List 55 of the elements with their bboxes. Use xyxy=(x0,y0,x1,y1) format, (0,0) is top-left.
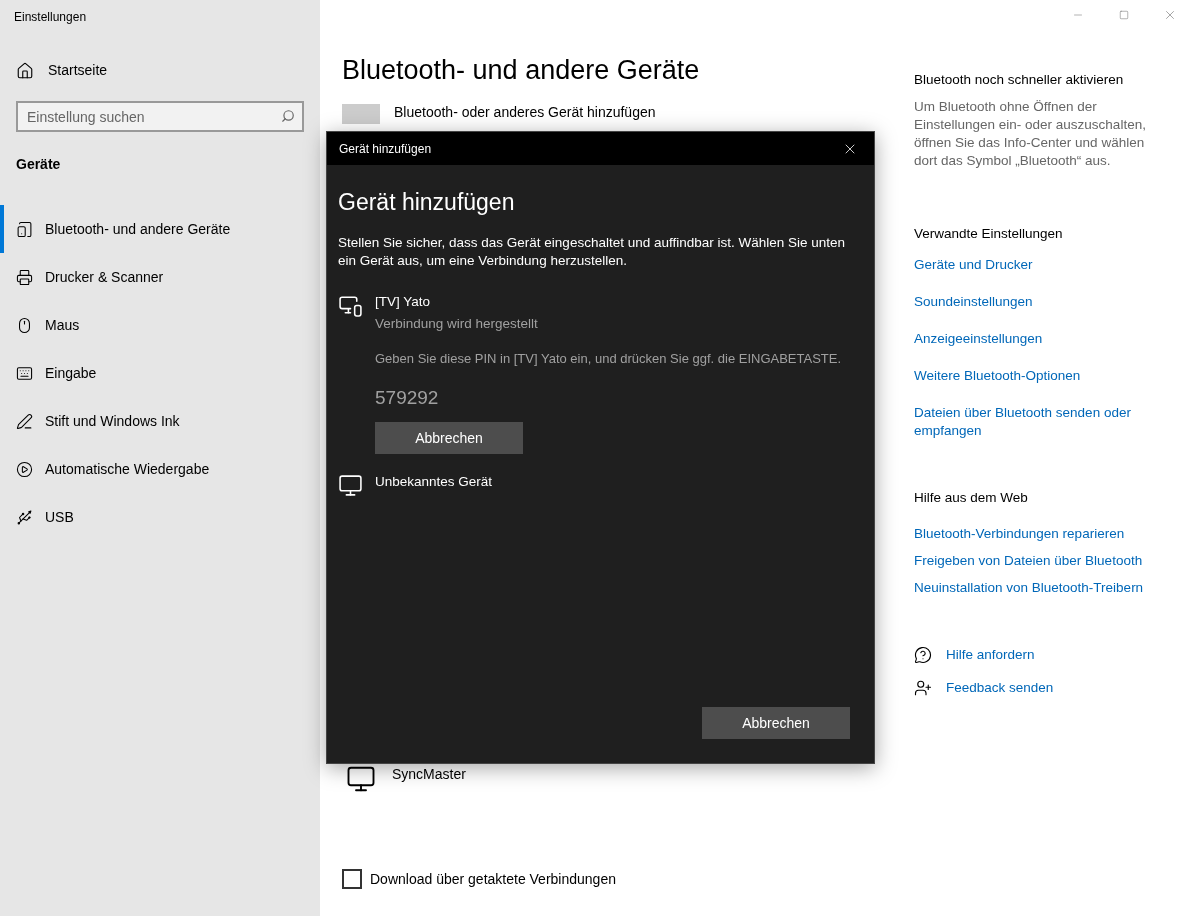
tip-text: Um Bluetooth ohne Öffnen der Einstellungen ein- oder auszuschalten, öffnen Sie das Info-Center und wählen dort das Symbol „Bluetooth“ aus. xyxy=(914,98,1147,171)
pin-prompt: Geben Sie diese PIN in [TV] Yato ein, und drücken Sie ggf. die EINGABETASTE. xyxy=(375,350,842,368)
home-icon xyxy=(16,61,34,80)
keyboard-icon xyxy=(16,364,33,382)
device-name: Unbekanntes Gerät xyxy=(375,473,493,491)
device-status: Verbindung wird hergestellt xyxy=(375,314,539,333)
sidebar-item[interactable]: Maus xyxy=(0,301,320,349)
checkbox-label: Download über getaktete Verbindungen xyxy=(370,869,616,889)
settings-link[interactable]: Soundeinstellungen xyxy=(914,292,1171,311)
device-name: [TV] Yato xyxy=(375,292,432,311)
checkbox[interactable] xyxy=(342,869,362,889)
action-link[interactable]: Hilfe anfordern xyxy=(946,644,1035,665)
sidebar-item[interactable]: Automatische Wiedergabe xyxy=(0,445,320,493)
printer-icon xyxy=(16,268,33,286)
settings-link[interactable]: Geräte und Drucker xyxy=(914,255,1171,274)
play-icon xyxy=(16,460,33,478)
section-heading: Geräte xyxy=(16,155,62,174)
mouse-icon xyxy=(16,316,33,334)
pin-code: 579292 xyxy=(375,385,440,410)
home-link[interactable]: Startseite xyxy=(16,60,320,81)
device-name[interactable]: SyncMaster xyxy=(392,763,466,785)
cancel-button[interactable]: Abbrechen xyxy=(702,707,850,739)
person-icon xyxy=(914,679,932,698)
settings-link[interactable]: Dateien über Bluetooth senden oder empfangen xyxy=(914,403,1171,440)
add-device-link[interactable]: Bluetooth- oder anderes Gerät hinzufügen xyxy=(394,101,656,123)
settings-link[interactable]: Weitere Bluetooth-Optionen xyxy=(914,366,1171,385)
dialog-instructions: Stellen Sie sicher, dass das Gerät eingeschaltet und auffindbar ist. Wählen Sie unten ein Gerät aus, um eine Verbindung herzustellen. xyxy=(338,233,847,270)
section-heading: Bluetooth noch schneller aktivieren xyxy=(914,71,1125,89)
add-tile[interactable] xyxy=(342,103,380,124)
section-heading: Verwandte Einstellungen xyxy=(914,225,1064,244)
section-heading: Hilfe aus dem Web xyxy=(914,488,1029,507)
usb-icon xyxy=(16,508,33,526)
help-link[interactable]: Bluetooth-Verbindungen reparieren xyxy=(914,524,1171,543)
help-link[interactable]: Neuinstallation von Bluetooth-Treibern xyxy=(914,578,1171,597)
sidebar-item[interactable]: USB xyxy=(0,493,320,541)
sidebar-item[interactable]: Drucker & Scanner xyxy=(0,253,320,301)
search-field[interactable]: Einstellung suchen xyxy=(16,101,304,132)
sidebar-item[interactable]: Stift und Windows Ink xyxy=(0,397,320,445)
device-item[interactable]: [TV] Yato Verbindung wird hergestellt Geben Sie diese PIN in [TV] Yato ein, und drücken Sie ggf. die EINGABETASTE. 579292 Abbrechen xyxy=(338,291,863,454)
pen-icon xyxy=(16,412,33,430)
sidebar-item[interactable]: Bluetooth- und andere Geräte xyxy=(0,205,320,253)
help-link[interactable]: Freigeben von Dateien über Bluetooth xyxy=(914,551,1171,570)
sidebar-item[interactable]: Eingabe xyxy=(0,349,320,397)
action-link[interactable]: Feedback senden xyxy=(946,678,1054,699)
search-icon xyxy=(281,109,295,123)
dialog-heading: Gerät hinzufügen xyxy=(338,188,516,217)
window-title: Einstellungen xyxy=(14,9,88,26)
monitor-icon xyxy=(338,473,363,498)
dialog-title: Gerät hinzufügen xyxy=(339,140,432,158)
help-icon xyxy=(914,645,932,664)
page-title: Bluetooth- und andere Geräte xyxy=(342,54,701,87)
cancel-button[interactable]: Abbrechen xyxy=(375,422,523,454)
devices-icon xyxy=(16,220,33,238)
device-item[interactable]: Unbekanntes Gerät xyxy=(338,472,863,520)
settings-link[interactable]: Anzeigeeinstellungen xyxy=(914,329,1171,348)
